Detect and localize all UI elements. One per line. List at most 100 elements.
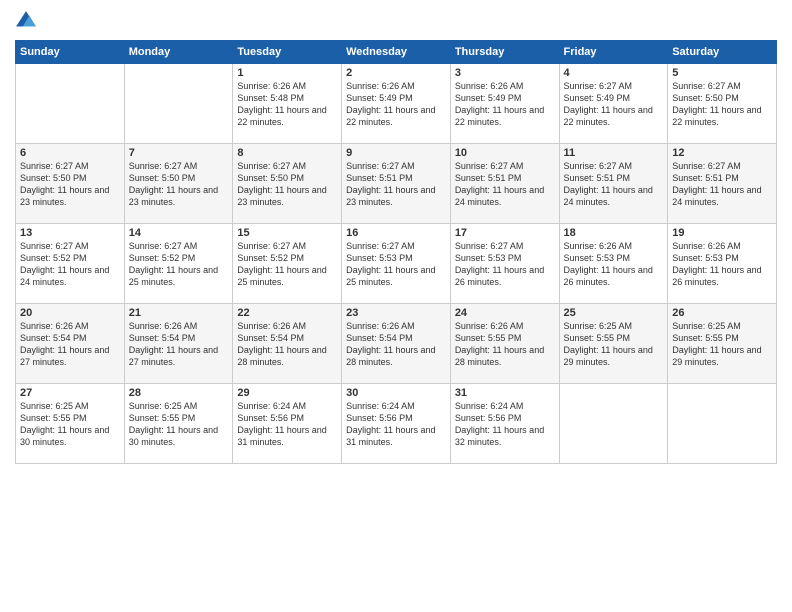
calendar-cell: 4Sunrise: 6:27 AMSunset: 5:49 PMDaylight… [559, 64, 668, 144]
day-info: Sunrise: 6:27 AMSunset: 5:51 PMDaylight:… [346, 160, 446, 209]
col-header-wednesday: Wednesday [342, 41, 451, 64]
day-number: 4 [564, 67, 664, 79]
calendar-cell: 7Sunrise: 6:27 AMSunset: 5:50 PMDaylight… [124, 144, 233, 224]
day-info: Sunrise: 6:27 AMSunset: 5:51 PMDaylight:… [564, 160, 664, 209]
calendar-cell: 2Sunrise: 6:26 AMSunset: 5:49 PMDaylight… [342, 64, 451, 144]
day-number: 16 [346, 227, 446, 239]
col-header-saturday: Saturday [668, 41, 777, 64]
calendar-cell: 23Sunrise: 6:26 AMSunset: 5:54 PMDayligh… [342, 304, 451, 384]
day-info: Sunrise: 6:27 AMSunset: 5:49 PMDaylight:… [564, 80, 664, 129]
day-info: Sunrise: 6:26 AMSunset: 5:49 PMDaylight:… [346, 80, 446, 129]
day-info: Sunrise: 6:27 AMSunset: 5:52 PMDaylight:… [20, 240, 120, 289]
day-number: 20 [20, 307, 120, 319]
calendar-cell: 24Sunrise: 6:26 AMSunset: 5:55 PMDayligh… [450, 304, 559, 384]
day-number: 13 [20, 227, 120, 239]
calendar-cell [124, 64, 233, 144]
day-info: Sunrise: 6:27 AMSunset: 5:52 PMDaylight:… [237, 240, 337, 289]
day-number: 8 [237, 147, 337, 159]
day-info: Sunrise: 6:27 AMSunset: 5:51 PMDaylight:… [672, 160, 772, 209]
day-info: Sunrise: 6:26 AMSunset: 5:49 PMDaylight:… [455, 80, 555, 129]
day-number: 15 [237, 227, 337, 239]
day-info: Sunrise: 6:26 AMSunset: 5:54 PMDaylight:… [237, 320, 337, 369]
calendar-cell: 25Sunrise: 6:25 AMSunset: 5:55 PMDayligh… [559, 304, 668, 384]
day-info: Sunrise: 6:26 AMSunset: 5:55 PMDaylight:… [455, 320, 555, 369]
calendar-cell: 13Sunrise: 6:27 AMSunset: 5:52 PMDayligh… [16, 224, 125, 304]
calendar-cell [559, 384, 668, 464]
calendar-cell: 11Sunrise: 6:27 AMSunset: 5:51 PMDayligh… [559, 144, 668, 224]
calendar-cell: 18Sunrise: 6:26 AMSunset: 5:53 PMDayligh… [559, 224, 668, 304]
day-info: Sunrise: 6:25 AMSunset: 5:55 PMDaylight:… [672, 320, 772, 369]
day-info: Sunrise: 6:26 AMSunset: 5:54 PMDaylight:… [346, 320, 446, 369]
calendar-cell: 16Sunrise: 6:27 AMSunset: 5:53 PMDayligh… [342, 224, 451, 304]
calendar-cell: 5Sunrise: 6:27 AMSunset: 5:50 PMDaylight… [668, 64, 777, 144]
day-info: Sunrise: 6:24 AMSunset: 5:56 PMDaylight:… [346, 400, 446, 449]
day-number: 17 [455, 227, 555, 239]
day-number: 24 [455, 307, 555, 319]
day-info: Sunrise: 6:27 AMSunset: 5:53 PMDaylight:… [455, 240, 555, 289]
calendar-cell: 30Sunrise: 6:24 AMSunset: 5:56 PMDayligh… [342, 384, 451, 464]
col-header-friday: Friday [559, 41, 668, 64]
page-header [15, 10, 777, 32]
calendar-cell: 9Sunrise: 6:27 AMSunset: 5:51 PMDaylight… [342, 144, 451, 224]
calendar-cell: 21Sunrise: 6:26 AMSunset: 5:54 PMDayligh… [124, 304, 233, 384]
day-number: 27 [20, 387, 120, 399]
day-info: Sunrise: 6:24 AMSunset: 5:56 PMDaylight:… [237, 400, 337, 449]
logo [15, 10, 39, 32]
col-header-thursday: Thursday [450, 41, 559, 64]
day-info: Sunrise: 6:25 AMSunset: 5:55 PMDaylight:… [20, 400, 120, 449]
calendar-cell: 10Sunrise: 6:27 AMSunset: 5:51 PMDayligh… [450, 144, 559, 224]
day-info: Sunrise: 6:27 AMSunset: 5:52 PMDaylight:… [129, 240, 229, 289]
calendar-cell: 6Sunrise: 6:27 AMSunset: 5:50 PMDaylight… [16, 144, 125, 224]
day-number: 9 [346, 147, 446, 159]
day-info: Sunrise: 6:26 AMSunset: 5:54 PMDaylight:… [129, 320, 229, 369]
day-info: Sunrise: 6:26 AMSunset: 5:53 PMDaylight:… [564, 240, 664, 289]
calendar: SundayMondayTuesdayWednesdayThursdayFrid… [15, 40, 777, 464]
calendar-cell: 14Sunrise: 6:27 AMSunset: 5:52 PMDayligh… [124, 224, 233, 304]
day-number: 7 [129, 147, 229, 159]
day-number: 12 [672, 147, 772, 159]
day-number: 3 [455, 67, 555, 79]
day-number: 19 [672, 227, 772, 239]
day-info: Sunrise: 6:27 AMSunset: 5:50 PMDaylight:… [237, 160, 337, 209]
col-header-sunday: Sunday [16, 41, 125, 64]
day-info: Sunrise: 6:27 AMSunset: 5:53 PMDaylight:… [346, 240, 446, 289]
day-info: Sunrise: 6:27 AMSunset: 5:51 PMDaylight:… [455, 160, 555, 209]
day-info: Sunrise: 6:27 AMSunset: 5:50 PMDaylight:… [672, 80, 772, 129]
calendar-cell: 19Sunrise: 6:26 AMSunset: 5:53 PMDayligh… [668, 224, 777, 304]
col-header-tuesday: Tuesday [233, 41, 342, 64]
day-info: Sunrise: 6:26 AMSunset: 5:48 PMDaylight:… [237, 80, 337, 129]
calendar-week-row: 13Sunrise: 6:27 AMSunset: 5:52 PMDayligh… [16, 224, 777, 304]
calendar-cell: 29Sunrise: 6:24 AMSunset: 5:56 PMDayligh… [233, 384, 342, 464]
day-info: Sunrise: 6:27 AMSunset: 5:50 PMDaylight:… [129, 160, 229, 209]
day-number: 29 [237, 387, 337, 399]
col-header-monday: Monday [124, 41, 233, 64]
day-number: 1 [237, 67, 337, 79]
calendar-cell: 22Sunrise: 6:26 AMSunset: 5:54 PMDayligh… [233, 304, 342, 384]
calendar-cell [668, 384, 777, 464]
calendar-header-row: SundayMondayTuesdayWednesdayThursdayFrid… [16, 41, 777, 64]
calendar-cell: 17Sunrise: 6:27 AMSunset: 5:53 PMDayligh… [450, 224, 559, 304]
day-number: 2 [346, 67, 446, 79]
day-number: 30 [346, 387, 446, 399]
day-number: 5 [672, 67, 772, 79]
calendar-week-row: 20Sunrise: 6:26 AMSunset: 5:54 PMDayligh… [16, 304, 777, 384]
day-info: Sunrise: 6:24 AMSunset: 5:56 PMDaylight:… [455, 400, 555, 449]
calendar-cell: 28Sunrise: 6:25 AMSunset: 5:55 PMDayligh… [124, 384, 233, 464]
calendar-cell: 1Sunrise: 6:26 AMSunset: 5:48 PMDaylight… [233, 64, 342, 144]
day-number: 28 [129, 387, 229, 399]
day-number: 26 [672, 307, 772, 319]
day-info: Sunrise: 6:27 AMSunset: 5:50 PMDaylight:… [20, 160, 120, 209]
calendar-cell: 8Sunrise: 6:27 AMSunset: 5:50 PMDaylight… [233, 144, 342, 224]
day-number: 31 [455, 387, 555, 399]
day-number: 18 [564, 227, 664, 239]
day-number: 23 [346, 307, 446, 319]
calendar-cell: 3Sunrise: 6:26 AMSunset: 5:49 PMDaylight… [450, 64, 559, 144]
day-info: Sunrise: 6:25 AMSunset: 5:55 PMDaylight:… [129, 400, 229, 449]
day-info: Sunrise: 6:26 AMSunset: 5:54 PMDaylight:… [20, 320, 120, 369]
calendar-cell: 20Sunrise: 6:26 AMSunset: 5:54 PMDayligh… [16, 304, 125, 384]
day-number: 10 [455, 147, 555, 159]
day-number: 25 [564, 307, 664, 319]
calendar-week-row: 6Sunrise: 6:27 AMSunset: 5:50 PMDaylight… [16, 144, 777, 224]
calendar-cell: 26Sunrise: 6:25 AMSunset: 5:55 PMDayligh… [668, 304, 777, 384]
calendar-cell: 15Sunrise: 6:27 AMSunset: 5:52 PMDayligh… [233, 224, 342, 304]
